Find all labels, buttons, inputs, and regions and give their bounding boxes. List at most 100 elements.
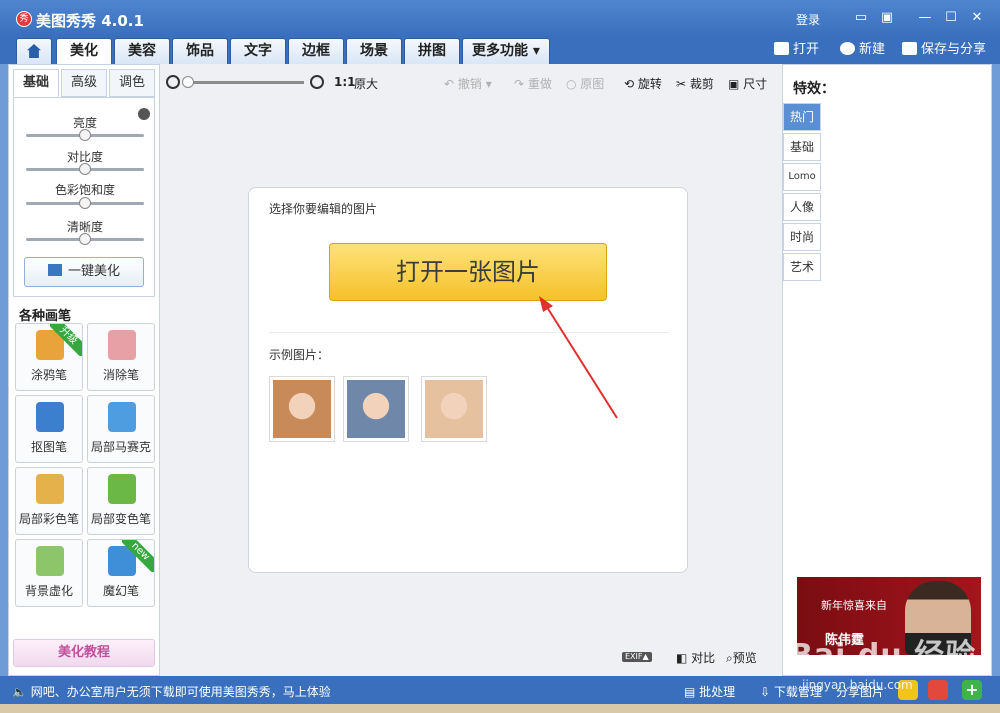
- auto-beautify-button[interactable]: 一键美化: [24, 257, 144, 287]
- zoom-handle[interactable]: [182, 76, 194, 88]
- effect-tab-hot[interactable]: 热门: [783, 103, 821, 131]
- tab-scene[interactable]: 场景: [346, 38, 402, 64]
- crop-button[interactable]: ✂ 裁剪: [676, 75, 714, 92]
- original-image-button[interactable]: ○ 原图: [566, 75, 604, 92]
- slider-handle[interactable]: [79, 129, 91, 141]
- app-title: 美图秀秀 4.0.1: [36, 12, 144, 30]
- blur-background-icon: [36, 546, 64, 576]
- tool-recolor-pen[interactable]: 局部变色笔: [87, 467, 155, 535]
- save-share-button[interactable]: 保存与分享: [902, 40, 986, 60]
- resize-button[interactable]: ▣ 尺寸: [728, 75, 767, 92]
- tab-collage[interactable]: 拼图: [404, 38, 460, 64]
- os-taskbar: [0, 704, 1000, 713]
- tool-label: 魔幻笔: [102, 584, 139, 598]
- brightness-slider[interactable]: [26, 129, 144, 141]
- tab-text[interactable]: 文字: [230, 38, 286, 64]
- slider-handle[interactable]: [79, 163, 91, 175]
- status-message[interactable]: 🔈 网吧、办公室用户无须下载即可使用美图秀秀，马上体验: [12, 683, 331, 700]
- left-panel: 基础 高级 调色 亮度 对比度 色彩饱和度 清晰度 一键美化 各种画笔 涂鸦笔 升…: [8, 64, 160, 676]
- badge-text: new: [122, 540, 154, 572]
- feedback-icon[interactable]: ▭: [852, 9, 870, 27]
- slider-handle[interactable]: [79, 197, 91, 209]
- ad-headline: 新年惊喜来自: [821, 599, 887, 612]
- compare-button[interactable]: ◧ 对比: [676, 649, 715, 666]
- rotate-button[interactable]: ⟲ 旋转: [624, 75, 662, 92]
- sharpness-slider[interactable]: [26, 233, 144, 245]
- close-button[interactable]: ✕: [968, 9, 986, 27]
- minimize-button[interactable]: —: [916, 9, 934, 27]
- adjustments-panel: 亮度 对比度 色彩饱和度 清晰度 一键美化: [13, 97, 155, 297]
- tool-label: 背景虚化: [24, 584, 73, 598]
- tab-more-features[interactable]: 更多功能 ▾: [462, 38, 550, 64]
- magic-wand-icon: [47, 264, 62, 276]
- open-file-button[interactable]: 打开: [774, 40, 819, 60]
- maximize-button[interactable]: ☐: [942, 9, 960, 27]
- recolor-pen-icon: [108, 474, 136, 504]
- baidu-watermark-logo: Bai du 经验: [790, 638, 977, 673]
- zoom-slider[interactable]: [188, 81, 304, 84]
- actual-size-button[interactable]: 1:1: [334, 75, 356, 89]
- brushes-heading: 各种画笔: [19, 309, 72, 324]
- badge-ribbon: 升级: [50, 324, 82, 356]
- tool-label: 局部变色笔: [90, 512, 151, 526]
- tool-label: 局部彩色笔: [18, 512, 79, 526]
- subtab-basic[interactable]: 基础: [13, 69, 59, 97]
- zoom-out-icon[interactable]: [166, 75, 180, 89]
- home-icon: [27, 44, 41, 58]
- canvas-area: 1:1 原大 ↶ 撤销 ▾ ↷ 重做 ○ 原图 ⟲ 旋转 ✂ 裁剪 ▣ 尺寸 选…: [160, 64, 782, 676]
- effect-tab-fashion[interactable]: 时尚: [783, 223, 821, 251]
- mosaic-icon: [108, 402, 136, 432]
- subtab-color-grading[interactable]: 调色: [109, 69, 155, 97]
- redo-button[interactable]: ↷ 重做: [514, 75, 552, 92]
- color-brush-icon: [36, 474, 64, 504]
- tool-color-brush[interactable]: 局部彩色笔: [15, 467, 83, 535]
- tool-label: 抠图笔: [30, 440, 67, 454]
- exif-badge[interactable]: EXIF▲: [622, 652, 652, 662]
- saturation-label: 色彩饱和度: [54, 183, 115, 197]
- saturation-slider[interactable]: [26, 197, 144, 209]
- slider-handle[interactable]: [79, 233, 91, 245]
- badge-ribbon: new: [122, 540, 154, 572]
- add-icon[interactable]: +: [962, 680, 982, 700]
- tool-magic-pen[interactable]: 魔幻笔 new: [87, 539, 155, 607]
- tool-blur-background[interactable]: 背景虚化: [15, 539, 83, 607]
- start-card: 选择你要编辑的图片 打开一张图片 示例图片：: [248, 187, 688, 573]
- edit-toolbar: 1:1 原大 ↶ 撤销 ▾ ↷ 重做 ○ 原图 ⟲ 旋转 ✂ 裁剪 ▣ 尺寸: [160, 64, 782, 102]
- tab-beautify[interactable]: 美化: [56, 38, 112, 64]
- preview-button[interactable]: ⌕预览: [726, 649, 757, 666]
- tool-eraser[interactable]: 消除笔: [87, 323, 155, 391]
- tool-pencil[interactable]: 涂鸦笔 升级: [15, 323, 83, 391]
- tab-cosmetic[interactable]: 美容: [114, 38, 170, 64]
- effect-tab-portrait[interactable]: 人像: [783, 193, 821, 221]
- original-size-label[interactable]: 原大: [354, 75, 378, 92]
- main-nav: 美化 美容 饰品 文字 边框 场景 拼图 更多功能 ▾ 打开 新建 保存与分享: [0, 36, 1000, 64]
- zoom-in-icon[interactable]: [310, 75, 324, 89]
- new-file-button[interactable]: 新建: [840, 40, 885, 60]
- effects-panel: 特效： 热门 基础 Lomo 人像 时尚 艺术 新年惊喜来自 陈伟霆: [782, 64, 992, 676]
- badge-text: 升级: [50, 324, 82, 356]
- cutout-pen-icon: [36, 402, 64, 432]
- login-link[interactable]: 登录: [796, 11, 820, 28]
- effect-tab-basic[interactable]: 基础: [783, 133, 821, 161]
- tool-cutout-pen[interactable]: 抠图笔: [15, 395, 83, 463]
- tab-accessories[interactable]: 饰品: [172, 38, 228, 64]
- contrast-slider[interactable]: [26, 163, 144, 175]
- tool-label: 消除笔: [102, 368, 139, 382]
- undo-button[interactable]: ↶ 撤销 ▾: [444, 75, 492, 92]
- tutorial-button[interactable]: 美化教程: [13, 639, 155, 667]
- effect-tab-lomo[interactable]: Lomo: [783, 163, 821, 191]
- save-icon: [902, 42, 917, 55]
- tab-frame[interactable]: 边框: [288, 38, 344, 64]
- tool-mosaic[interactable]: 局部马赛克: [87, 395, 155, 463]
- title-bar: 秀 美图秀秀 4.0.1 登录 ▭ ▣ — ☐ ✕: [0, 0, 1000, 36]
- skin-icon[interactable]: ▣: [878, 9, 896, 27]
- batch-process-button[interactable]: ▤ 批处理: [684, 683, 735, 700]
- subtab-advanced[interactable]: 高级: [61, 69, 107, 97]
- app-logo-icon: 秀: [16, 11, 32, 27]
- home-tab[interactable]: [16, 38, 52, 64]
- folder-icon: [774, 42, 789, 55]
- weibo-icon[interactable]: [928, 680, 948, 700]
- effect-tab-art[interactable]: 艺术: [783, 253, 821, 281]
- watermark-url: jingyan.baidu.com: [802, 678, 913, 692]
- effects-title: 特效：: [793, 81, 835, 97]
